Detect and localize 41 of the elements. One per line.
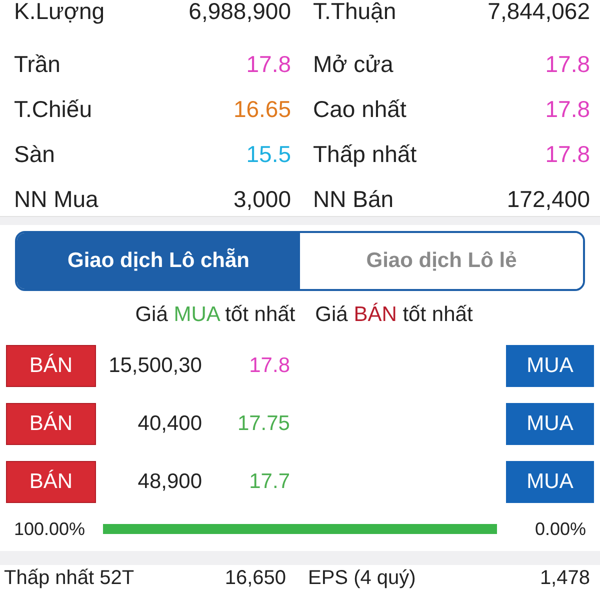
stat-value: 17.8 (545, 141, 590, 168)
stat-label: Cao nhất (313, 96, 406, 123)
tab[interactable]: Giao dịch Lô chẵn (17, 233, 300, 289)
stat-label: T.Thuận (313, 0, 396, 25)
stat-value: 17.8 (246, 51, 291, 78)
stat-value: 3,000 (233, 186, 291, 213)
sell-button[interactable]: BÁN (6, 403, 96, 445)
column-header: Giá MUA tốt nhất (135, 303, 296, 327)
sell-ratio: 0.00% (534, 518, 586, 540)
sell-button[interactable]: BÁN (6, 345, 96, 387)
buy-button[interactable]: MUA (506, 403, 594, 445)
stat-value: 17.8 (545, 51, 590, 78)
buy-button[interactable]: MUA (506, 461, 594, 503)
stat-label: NN Mua (14, 186, 98, 213)
stat-value: 6,988,900 (188, 0, 291, 25)
stat-label: T.Chiếu (14, 96, 92, 123)
price: 17.7 (248, 470, 290, 494)
stat-value: 17.8 (545, 96, 590, 123)
buy-button[interactable]: MUA (506, 345, 594, 387)
column-header: Giá BÁN tốt nhất (315, 303, 473, 327)
stat-label: Thấp nhất (313, 141, 417, 168)
stat-value: 16,650 (224, 567, 286, 590)
volume: 15,500,30 (108, 354, 202, 378)
stat-label: NN Bán (313, 186, 394, 213)
stat-value: 16.65 (233, 96, 291, 123)
stat-value: 1,478 (540, 567, 590, 590)
price: 17.8 (248, 354, 290, 378)
stat-value: 7,844,062 (488, 0, 590, 25)
price: 17.75 (236, 412, 290, 436)
sell-button[interactable]: BÁN (6, 461, 96, 503)
stat-label: Mở cửa (313, 51, 394, 78)
stat-label: Sàn (14, 141, 55, 168)
volume: 40,400 (136, 412, 202, 436)
stat-label: Thấp nhất 52T (4, 567, 134, 590)
stat-value: 172,400 (506, 186, 590, 213)
stat-label: K.Lượng (14, 0, 105, 25)
buy-ratio: 100.00% (14, 518, 86, 540)
stat-label: EPS (4 quý) (308, 567, 416, 590)
stat-value: 15.5 (246, 141, 291, 168)
volume: 48,900 (136, 470, 202, 494)
stat-label: Trần (14, 51, 60, 78)
